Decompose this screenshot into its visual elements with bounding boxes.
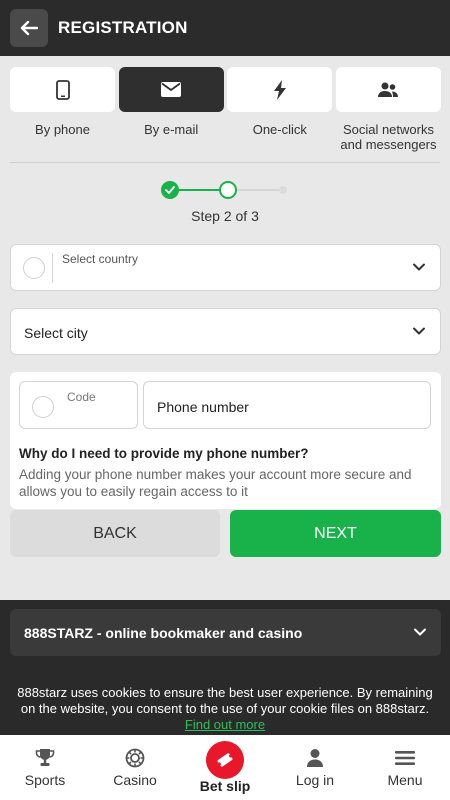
city-select-label: Select city bbox=[24, 325, 88, 341]
tab-social-networks[interactable]: Social networks and messengers bbox=[335, 67, 441, 152]
back-button[interactable] bbox=[10, 9, 48, 47]
phone-placeholder: Phone number bbox=[157, 399, 249, 415]
cookie-text: 888starz uses cookies to ensure the best… bbox=[17, 685, 433, 716]
tab-label: By e-mail bbox=[144, 122, 199, 137]
tab-by-phone[interactable]: By phone bbox=[10, 67, 115, 152]
progress-stepper bbox=[160, 180, 290, 200]
nav-label: Sports bbox=[24, 772, 66, 788]
cookie-banner: 888starz uses cookies to ensure the best… bbox=[0, 685, 450, 733]
nav-label: Bet slip bbox=[199, 778, 251, 794]
tab-box[interactable] bbox=[118, 67, 224, 112]
lightning-icon bbox=[273, 79, 286, 100]
step-indicator-text: Step 2 of 3 bbox=[191, 208, 259, 224]
hamburger-icon bbox=[394, 747, 416, 769]
country-select-label: Select country bbox=[62, 252, 139, 266]
nav-casino[interactable]: Casino bbox=[90, 735, 180, 800]
info-text: Adding your phone number makes your acco… bbox=[19, 467, 412, 499]
nav-label: Casino bbox=[113, 772, 157, 788]
nav-menu[interactable]: Menu bbox=[360, 735, 450, 800]
separator bbox=[52, 253, 53, 283]
tab-by-email[interactable]: By e-mail bbox=[118, 67, 224, 152]
nav-label: Log in bbox=[295, 772, 335, 788]
checkmark-icon bbox=[165, 186, 175, 194]
ticket-icon bbox=[206, 741, 244, 779]
chevron-down-icon bbox=[413, 263, 425, 271]
phone-icon bbox=[55, 79, 70, 100]
tab-box[interactable] bbox=[10, 67, 115, 112]
divider bbox=[10, 162, 440, 163]
envelope-icon bbox=[161, 82, 182, 97]
header-bar: REGISTRATION bbox=[0, 0, 450, 56]
tab-one-click[interactable]: One-click bbox=[227, 67, 333, 152]
casino-chip-icon bbox=[124, 747, 146, 769]
tab-box[interactable] bbox=[227, 67, 333, 112]
step-1-done bbox=[161, 181, 179, 199]
phone-number-input[interactable]: Phone number bbox=[143, 381, 431, 429]
nav-sports[interactable]: Sports bbox=[0, 735, 90, 800]
back-step-button[interactable]: BACK bbox=[10, 510, 220, 557]
step-connector-done bbox=[178, 189, 222, 191]
nav-label: Menu bbox=[387, 772, 423, 788]
chevron-down-icon bbox=[414, 628, 426, 636]
nav-bet-slip[interactable]: Bet slip bbox=[180, 735, 270, 800]
arrow-left-icon bbox=[20, 20, 38, 36]
step-2-current bbox=[219, 181, 237, 199]
chevron-down-icon bbox=[413, 327, 425, 335]
next-step-button[interactable]: NEXT bbox=[230, 510, 441, 557]
footer-accordion[interactable]: 888STARZ - online bookmaker and casino bbox=[10, 609, 441, 656]
tab-box[interactable] bbox=[335, 67, 441, 112]
step-connector-pending bbox=[238, 189, 282, 191]
info-title: Why do I need to provide my phone number… bbox=[19, 446, 309, 461]
tab-label: By phone bbox=[35, 122, 90, 137]
country-code-select[interactable]: Code bbox=[19, 381, 138, 429]
user-icon bbox=[304, 747, 326, 769]
city-select[interactable]: Select city bbox=[10, 308, 441, 355]
code-flag-placeholder bbox=[32, 396, 54, 418]
code-label: Code bbox=[67, 390, 96, 404]
country-flag-placeholder bbox=[23, 257, 45, 279]
users-icon bbox=[378, 82, 399, 97]
page-title: REGISTRATION bbox=[58, 18, 188, 37]
trophy-icon bbox=[34, 747, 56, 769]
tab-label: Social networks and messengers bbox=[340, 122, 437, 152]
registration-method-tabs: By phone By e-mail One-click Social netw… bbox=[10, 67, 441, 152]
country-select[interactable]: Select country bbox=[10, 244, 441, 291]
nav-log-in[interactable]: Log in bbox=[270, 735, 360, 800]
bottom-navigation: Sports Casino Bet slip Log in Menu bbox=[0, 735, 450, 800]
tab-label: One-click bbox=[252, 122, 307, 137]
accordion-label: 888STARZ - online bookmaker and casino bbox=[24, 625, 303, 641]
cookie-find-out-more-link[interactable]: Find out more bbox=[14, 717, 436, 733]
phone-card: Code Phone number Why do I need to provi… bbox=[10, 372, 441, 509]
step-3-pending bbox=[279, 186, 287, 194]
